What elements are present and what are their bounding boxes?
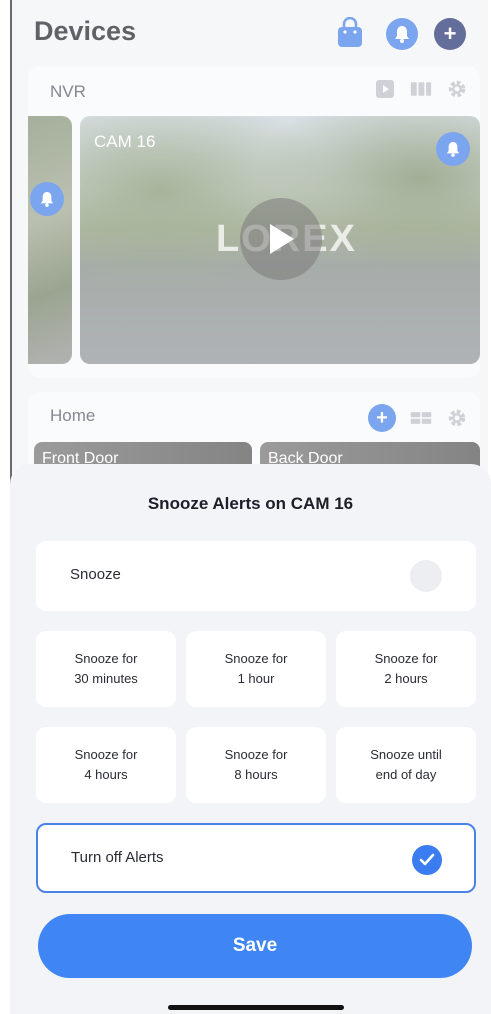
snooze-until-end-of-day-button[interactable]: Snooze until end of day	[336, 727, 476, 803]
option-line2: 1 hour	[237, 671, 275, 686]
option-line2: 4 hours	[84, 767, 128, 782]
check-icon[interactable]	[412, 845, 442, 875]
option-line1: Snooze for	[224, 747, 288, 762]
home-indicator	[168, 1005, 344, 1010]
snooze-radio[interactable]	[410, 560, 442, 592]
option-line1: Snooze for	[374, 651, 438, 666]
turn-off-alerts-label: Turn off Alerts	[71, 849, 164, 866]
snooze-label: Snooze	[70, 566, 121, 583]
snooze-1-hour-button[interactable]: Snooze for 1 hour	[186, 631, 326, 707]
option-line2: 8 hours	[234, 767, 278, 782]
option-line1: Snooze for	[224, 651, 288, 666]
option-line1: Snooze for	[74, 651, 138, 666]
snooze-2-hours-button[interactable]: Snooze for 2 hours	[336, 631, 476, 707]
option-line1: Snooze until	[370, 747, 442, 762]
snooze-4-hours-button[interactable]: Snooze for 4 hours	[36, 727, 176, 803]
snooze-30-minutes-button[interactable]: Snooze for 30 minutes	[36, 631, 176, 707]
save-button[interactable]: Save	[38, 914, 472, 978]
sheet-title: Snooze Alerts on CAM 16	[147, 494, 354, 513]
snooze-toggle-row[interactable]: Snooze	[36, 541, 476, 611]
turn-off-alerts-row[interactable]: Turn off Alerts	[36, 823, 476, 893]
snooze-alerts-sheet: Snooze Alerts on CAM 16 Snooze Snooze fo…	[10, 464, 491, 1014]
option-line2: 30 minutes	[74, 671, 138, 686]
option-line2: 2 hours	[384, 671, 428, 686]
option-line2: end of day	[375, 767, 437, 782]
option-line1: Snooze for	[74, 747, 138, 762]
snooze-8-hours-button[interactable]: Snooze for 8 hours	[186, 727, 326, 803]
